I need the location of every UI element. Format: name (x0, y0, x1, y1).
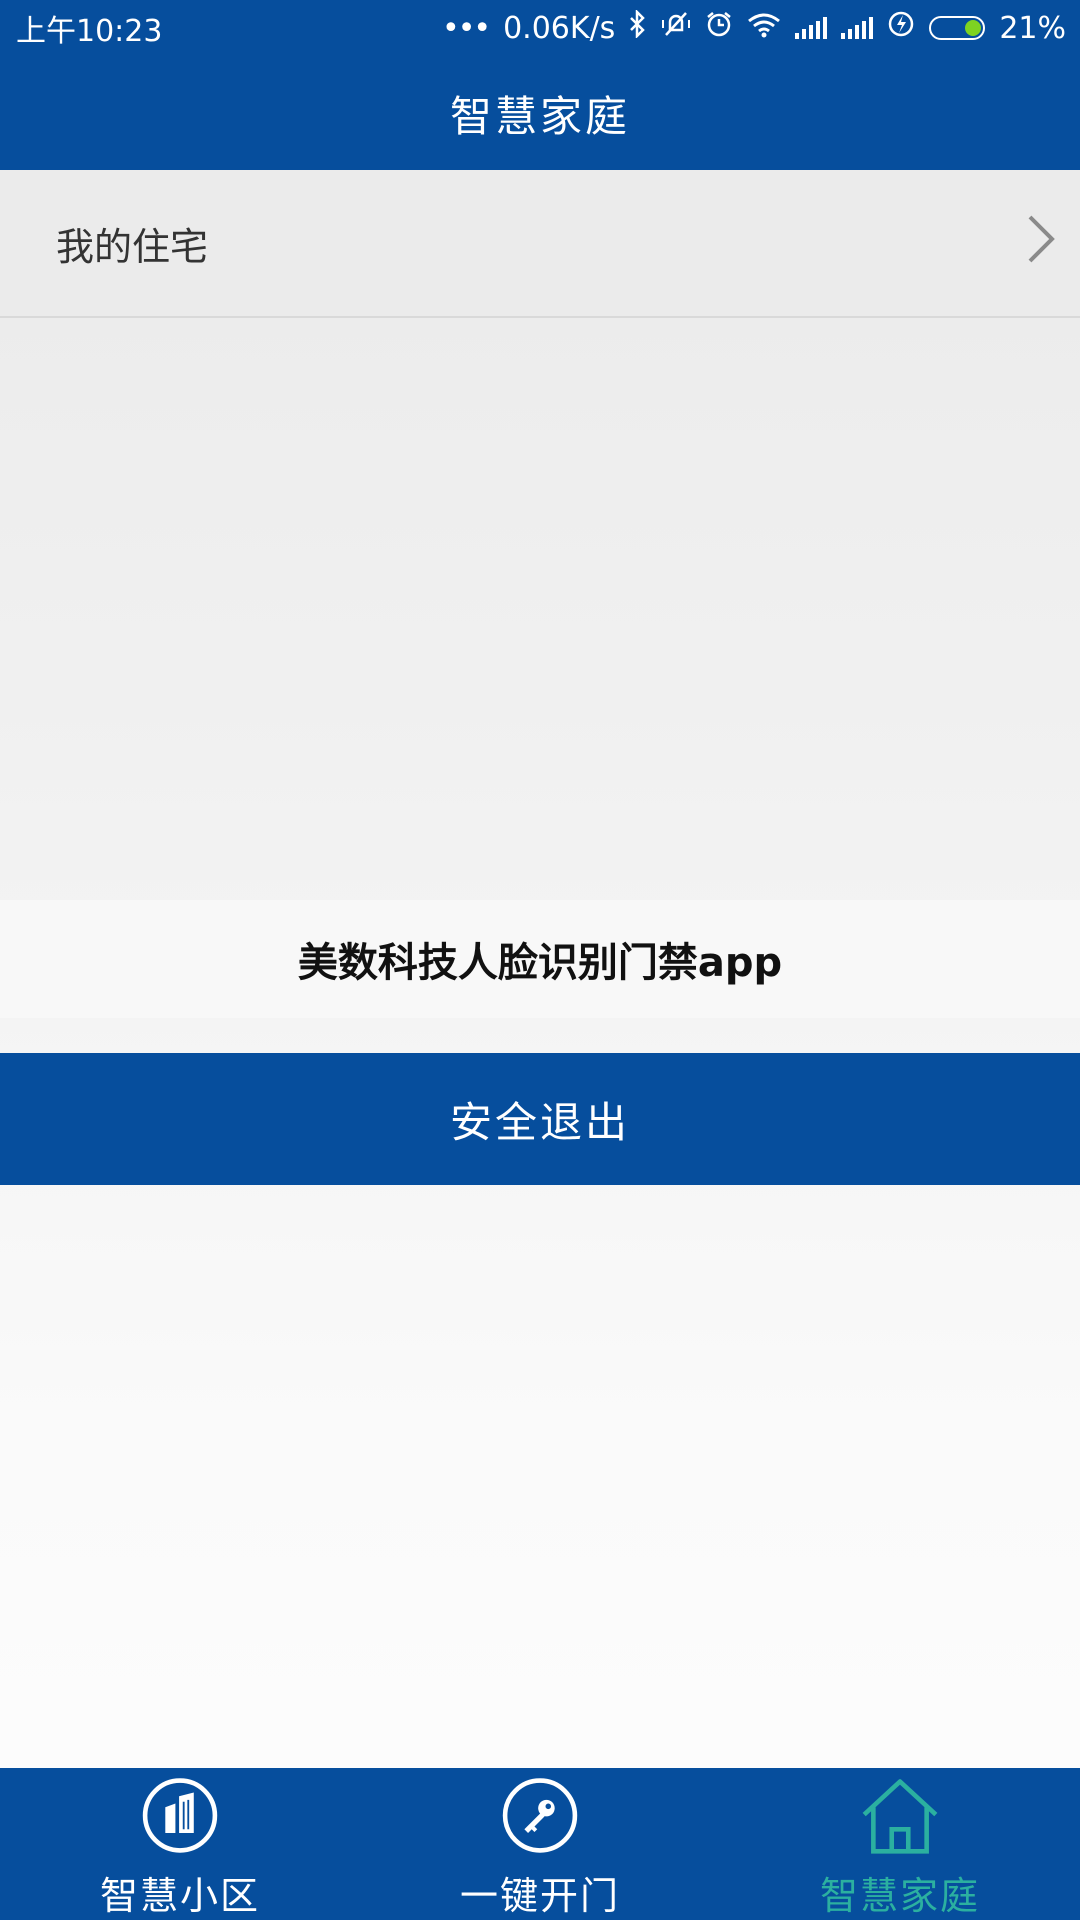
logout-label: 安全退出 (449, 1097, 630, 1147)
battery-percent: 21% (999, 10, 1066, 46)
nav-item-smart-home[interactable]: 智慧家庭 (720, 1768, 1080, 1920)
signal-icon (795, 17, 828, 39)
nav-label-smart-home: 智慧家庭 (819, 1874, 980, 1918)
my-residence-row[interactable]: 我的住宅 (0, 170, 1080, 318)
logout-button[interactable]: 安全退出 (0, 1053, 1080, 1185)
signal-icon (841, 17, 874, 39)
page-header: 智慧家庭 (0, 56, 1080, 170)
home-icon (862, 1779, 938, 1854)
status-left: 上午10:23 (16, 6, 162, 50)
bluetooth-icon (629, 8, 647, 46)
chevron-right-icon (1024, 213, 1058, 274)
more-dots-icon: ••• (442, 10, 491, 46)
status-bar: 上午10:23 ••• 0.06K/s 21% (0, 0, 1080, 56)
charging-icon (887, 10, 915, 46)
status-time: 上午10:23 (16, 14, 163, 49)
nav-item-one-key-open[interactable]: 一键开门 (360, 1768, 720, 1920)
my-residence-label: 我的住宅 (56, 224, 209, 269)
nav-label-one-key-open: 一键开门 (459, 1874, 620, 1918)
building-icon (142, 1778, 218, 1853)
watermark-text: 美数科技人脸识别门禁app (297, 940, 783, 986)
nav-label-smart-community: 智慧小区 (99, 1874, 260, 1918)
watermark-banner: 美数科技人脸识别门禁app (0, 900, 1080, 1018)
battery-icon (929, 16, 986, 40)
nav-item-smart-community[interactable]: 智慧小区 (0, 1768, 360, 1920)
status-right: ••• 0.06K/s 21% (442, 8, 1066, 46)
page-title: 智慧家庭 (449, 91, 630, 141)
wifi-icon (747, 11, 781, 46)
alarm-icon (705, 10, 733, 46)
bottom-navigation: 智慧小区 一键开门 智慧家庭 (0, 1768, 1080, 1920)
network-speed: 0.06K/s (503, 10, 616, 46)
key-icon (502, 1778, 578, 1853)
mute-vibrate-icon (661, 10, 691, 46)
